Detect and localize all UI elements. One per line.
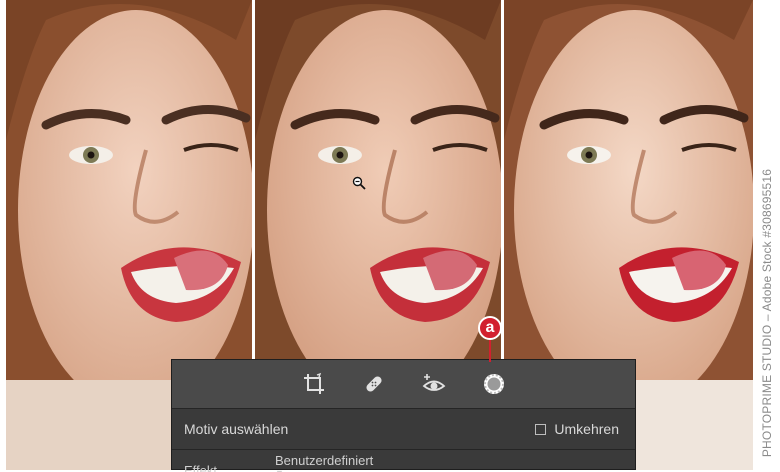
zoom-cursor-icon: [352, 176, 366, 190]
masking-icon: [483, 374, 504, 394]
select-subject-row: Motiv auswählen Umkehren: [172, 409, 635, 450]
effect-label: Effekt: [184, 463, 218, 472]
healing-bandage-icon: [365, 376, 382, 392]
callout-marker: a: [478, 316, 502, 340]
select-subject-button[interactable]: Motiv auswählen: [184, 421, 288, 437]
invert-checkbox[interactable]: Umkehren: [535, 421, 619, 437]
invert-label: Umkehren: [554, 421, 619, 437]
photo-credit-text: PHOTOPRIME STUDIO – Adobe Stock #3086955…: [760, 168, 774, 458]
invert-checkbox-box[interactable]: [535, 423, 547, 435]
effect-preset-value: Benutzerdefiniert: [275, 453, 374, 468]
tool-strip: [172, 360, 635, 409]
red-eye-icon: [422, 374, 445, 391]
red-eye-tool-button[interactable]: [421, 371, 447, 397]
edit-panel: Motiv auswählen Umkehren Effekt Benutzer…: [171, 359, 636, 472]
crop-icon: [303, 372, 324, 394]
crop-tool-button[interactable]: [301, 371, 327, 397]
healing-tool-button[interactable]: [361, 371, 387, 397]
effect-preset-dropdown[interactable]: Benutzerdefiniert ▼: [275, 453, 373, 472]
chevron-down-icon: ▼: [275, 468, 373, 472]
effect-row: Effekt Benutzerdefiniert ▼: [172, 450, 635, 472]
masking-tool-button[interactable]: [481, 371, 507, 397]
photo-credit: PHOTOPRIME STUDIO – Adobe Stock #3086955…: [754, 0, 780, 470]
callout-leader-line: [489, 340, 491, 362]
